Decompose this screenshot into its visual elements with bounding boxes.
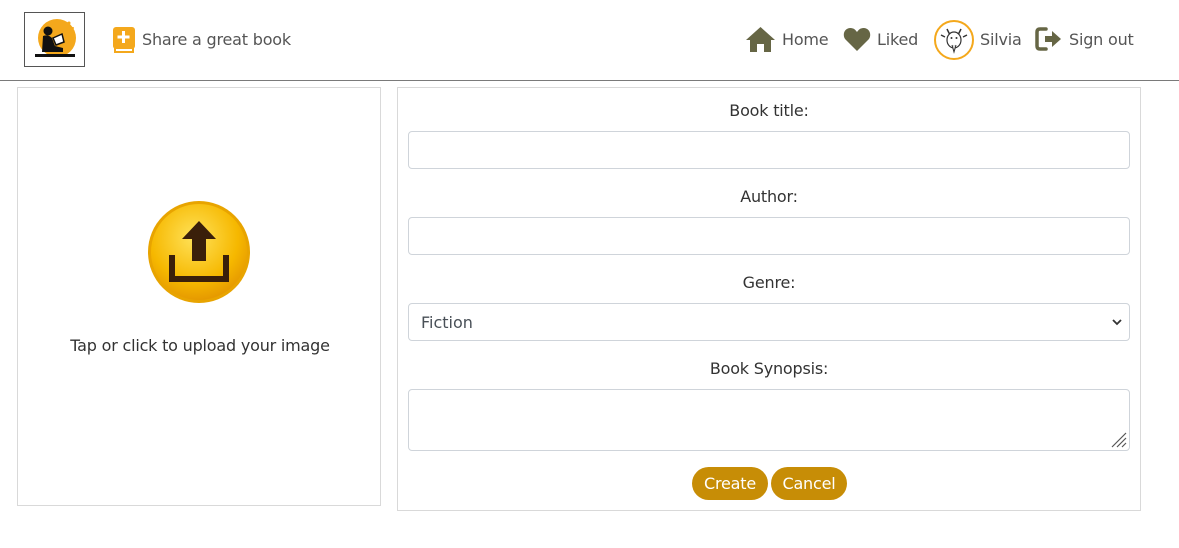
cancel-button[interactable]: Cancel	[771, 467, 847, 500]
liked-link[interactable]: Liked	[843, 24, 918, 54]
create-button[interactable]: Create	[692, 467, 768, 500]
goat-avatar-icon	[940, 28, 968, 54]
author-input[interactable]	[408, 217, 1130, 255]
sign-out-label: Sign out	[1069, 29, 1134, 49]
genre-select[interactable]: Fiction	[408, 303, 1130, 341]
reader-logo-icon	[34, 18, 76, 57]
genre-selected-value: Fiction	[421, 312, 473, 332]
share-book-link[interactable]: Share a great book	[112, 24, 291, 54]
book-form: Book title: Author: Genre: Fiction Book …	[397, 87, 1141, 511]
synopsis-textarea[interactable]	[408, 389, 1130, 451]
book-title-input[interactable]	[408, 131, 1130, 169]
resize-grip-icon[interactable]	[1109, 430, 1127, 448]
heart-icon	[843, 28, 871, 51]
sign-out-icon	[1035, 27, 1061, 51]
home-label: Home	[782, 29, 829, 49]
home-link[interactable]: Home	[745, 24, 829, 54]
upload-prompt: Tap or click to upload your image	[70, 336, 330, 355]
avatar	[934, 19, 974, 60]
home-icon	[746, 27, 775, 52]
profile-name: Silvia	[980, 30, 1022, 49]
book-title-label: Book title:	[729, 101, 809, 120]
upload-icon	[148, 201, 250, 303]
chevron-down-icon	[1112, 319, 1122, 326]
author-label: Author:	[740, 187, 798, 206]
book-plus-icon	[113, 26, 135, 53]
liked-label: Liked	[877, 29, 919, 49]
site-logo[interactable]	[24, 12, 85, 67]
genre-label: Genre:	[742, 273, 796, 292]
sign-out-link[interactable]: Sign out	[1035, 24, 1134, 54]
share-book-label: Share a great book	[142, 29, 291, 49]
profile-link[interactable]: Silvia	[934, 19, 1022, 60]
image-upload-area[interactable]: Tap or click to upload your image	[17, 87, 381, 506]
synopsis-label: Book Synopsis:	[709, 359, 829, 378]
navbar: Share a great book Home Liked Silvia Sig…	[0, 0, 1179, 81]
